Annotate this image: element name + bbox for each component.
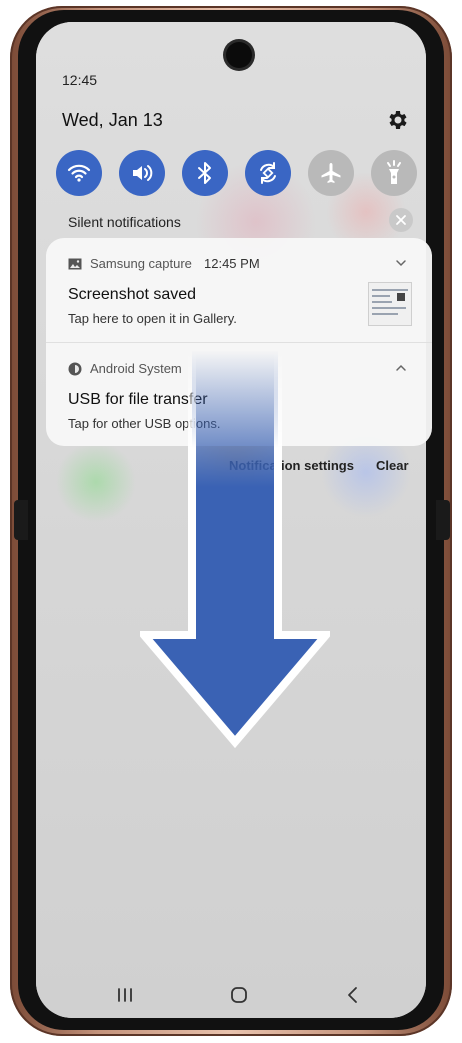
front-camera [226,42,252,68]
bluetooth-icon [198,162,211,184]
back-icon [348,987,357,1003]
sound-toggle[interactable] [119,150,165,196]
airplane-icon [321,163,341,183]
notification-time: 12:45 PM [204,256,260,271]
hinge-left [14,500,28,540]
silent-notifications-label: Silent notifications [68,214,181,230]
dismiss-silent-button[interactable] [389,208,413,232]
status-time: 12:45 [62,72,98,88]
screenshot-thumbnail [368,282,412,326]
notification-body: Tap here to open it in Gallery. [68,311,237,326]
flashlight-toggle[interactable] [371,150,417,196]
bluetooth-toggle[interactable] [182,150,228,196]
wifi-toggle[interactable] [56,150,102,196]
recents-icon [118,988,132,1002]
gear-icon[interactable] [386,108,410,132]
close-icon [396,215,406,225]
rotate-icon [260,162,276,184]
wifi-icon [67,164,91,182]
image-icon [68,258,82,270]
swipe-down-arrow-icon [140,350,330,749]
chevron-down-icon[interactable] [394,256,408,270]
home-icon [231,987,247,1003]
auto-rotate-toggle[interactable] [245,150,291,196]
speaker-icon [133,165,153,181]
panel-date: Wed, Jan 13 [62,110,163,130]
home-button[interactable] [224,980,254,1010]
airplane-toggle[interactable] [308,150,354,196]
flashlight-icon [387,160,401,184]
chevron-up-icon[interactable] [394,361,408,375]
notification-screenshot[interactable]: Samsung capture 12:45 PM Screenshot save… [46,238,432,342]
notification-app-name: Samsung capture [90,256,192,271]
android-system-icon [68,362,82,376]
back-button[interactable] [338,980,368,1010]
notification-title: Screenshot saved [68,286,197,303]
hinge-right [436,500,450,540]
quick-settings-row [56,150,426,196]
navigation-bar [0,980,462,1010]
recents-button[interactable] [110,980,140,1010]
clear-button[interactable]: Clear [376,458,409,473]
